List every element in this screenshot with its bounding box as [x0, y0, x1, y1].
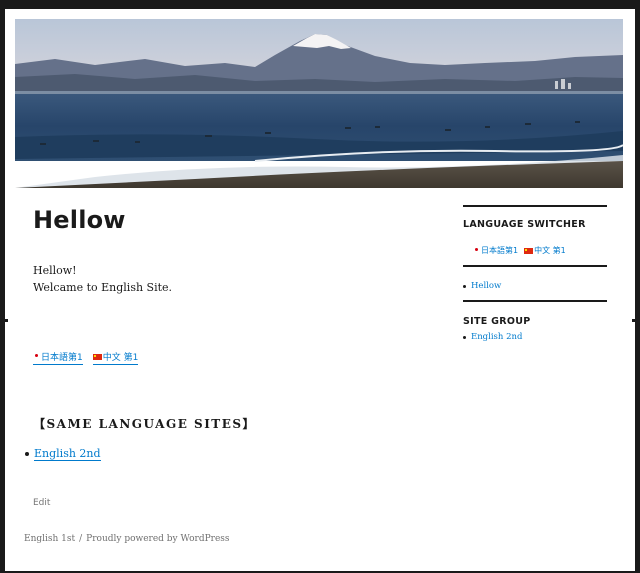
language-link-label: 日本語第1: [41, 353, 83, 363]
bullet-icon: [463, 284, 466, 288]
language-switcher-title: LANGUAGE SWITCHER: [463, 219, 586, 230]
recent-post-link[interactable]: Hellow: [471, 281, 501, 291]
switcher-link-japanese[interactable]: 日本語第1: [473, 245, 518, 256]
language-link-chinese[interactable]: 中文 第1: [92, 350, 139, 365]
switcher-link-label: 日本語第1: [481, 246, 519, 255]
jp-flag-icon: [33, 353, 40, 360]
footer-powered-by[interactable]: Proudly powered by WordPress: [86, 534, 229, 544]
site-group-title: SITE GROUP: [463, 316, 531, 327]
site-group-list: English 2nd: [463, 332, 522, 342]
cn-flag-icon: [92, 353, 102, 360]
switcher-link-label: 中文 第1: [534, 246, 566, 255]
recent-posts-list: Hellow: [463, 281, 501, 291]
site-container: Hellow Hellow! Welcame to English Site. …: [5, 9, 635, 571]
header-image[interactable]: [15, 19, 623, 188]
content-welcome: Welcame to English Site.: [33, 281, 173, 294]
switcher-link-chinese[interactable]: 中文 第1: [524, 245, 566, 256]
list-item: English 2nd: [463, 332, 522, 342]
language-link-japanese[interactable]: 日本語第1: [33, 350, 83, 365]
language-link-label: 中文 第1: [102, 353, 139, 363]
post-content: Hellow! Welcame to English Site.: [33, 262, 172, 296]
border-mark: [632, 319, 635, 322]
language-switcher-links: 日本語第1 中文 第1: [473, 245, 566, 256]
jp-flag-icon: [473, 247, 480, 254]
widget-divider: [463, 205, 607, 207]
footer-site-name[interactable]: English 1st: [24, 534, 75, 544]
cn-flag-icon: [524, 247, 534, 254]
widget-divider: [463, 300, 607, 302]
site-group-link[interactable]: English 2nd: [471, 332, 522, 342]
content-greeting: Hellow!: [33, 264, 77, 277]
list-item: Hellow: [463, 281, 501, 291]
bullet-icon: [25, 452, 29, 456]
same-language-site-link[interactable]: English 2nd: [34, 447, 101, 461]
site-footer: English 1st / Proudly powered by WordPress: [24, 534, 230, 544]
list-item: English 2nd: [25, 447, 101, 461]
widget-divider: [463, 265, 607, 267]
same-language-sites-heading: 【SAME LANGUAGE SITES】: [33, 417, 257, 431]
inline-language-links: 日本語第1 中文 第1: [33, 350, 139, 365]
bullet-icon: [463, 335, 466, 339]
footer-separator: /: [79, 534, 83, 544]
edit-link[interactable]: Edit: [33, 498, 50, 508]
page-title: Hellow: [33, 206, 126, 234]
mount-fuji-ocean-photo: [15, 19, 623, 188]
same-language-sites-list: English 2nd: [25, 447, 101, 461]
border-mark: [5, 319, 8, 322]
